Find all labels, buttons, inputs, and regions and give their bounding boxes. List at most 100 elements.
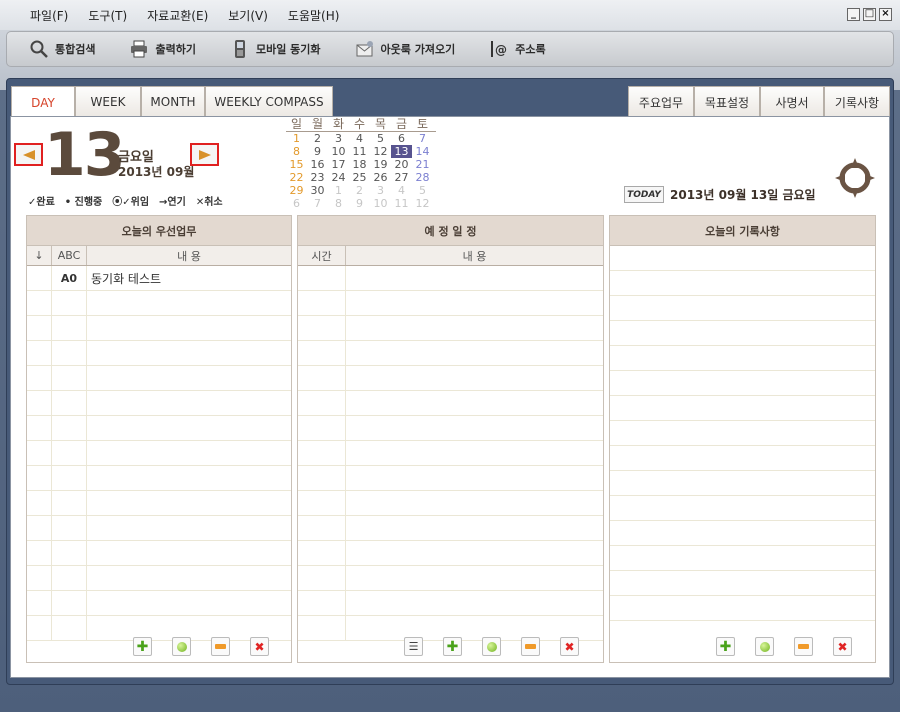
- table-row[interactable]: [27, 566, 291, 591]
- calendar-day[interactable]: 25: [349, 171, 370, 184]
- table-row[interactable]: [298, 466, 603, 491]
- calendar-day[interactable]: 7: [412, 132, 433, 145]
- calendar-day[interactable]: 8: [328, 197, 349, 210]
- calendar-day[interactable]: 26: [370, 171, 391, 184]
- calendar-day[interactable]: 29: [286, 184, 307, 197]
- complete-task-button[interactable]: [172, 637, 191, 656]
- calendar-day[interactable]: 2: [307, 132, 328, 145]
- table-row[interactable]: [610, 321, 875, 346]
- complete-schedule-button[interactable]: [482, 637, 501, 656]
- calendar-day[interactable]: 21: [412, 158, 433, 171]
- table-row[interactable]: [610, 521, 875, 546]
- table-row[interactable]: [298, 566, 603, 591]
- calendar-day[interactable]: 7: [307, 197, 328, 210]
- calendar-day[interactable]: 3: [370, 184, 391, 197]
- table-row[interactable]: [298, 391, 603, 416]
- calendar-day[interactable]: 9: [349, 197, 370, 210]
- complete-note-button[interactable]: [755, 637, 774, 656]
- notes-list[interactable]: [610, 246, 875, 621]
- table-row[interactable]: [610, 446, 875, 471]
- outlook-import-button[interactable]: 아웃룩 가져오기: [355, 39, 455, 59]
- table-row[interactable]: [298, 591, 603, 616]
- address-book-button[interactable]: @ 주소록: [489, 39, 546, 59]
- table-row[interactable]: [298, 516, 603, 541]
- menu-view[interactable]: 보기(V): [218, 7, 278, 24]
- table-row[interactable]: [610, 571, 875, 596]
- calendar-day[interactable]: 5: [370, 132, 391, 145]
- table-row[interactable]: [298, 266, 603, 291]
- tab-records[interactable]: 기록사항: [824, 86, 890, 117]
- calendar-day[interactable]: 10: [328, 145, 349, 158]
- add-schedule-button[interactable]: ✚: [443, 637, 462, 656]
- next-day-button[interactable]: [190, 143, 219, 166]
- calendar-day[interactable]: 10: [370, 197, 391, 210]
- calendar-day[interactable]: 28: [412, 171, 433, 184]
- calendar-day[interactable]: 2: [349, 184, 370, 197]
- table-row[interactable]: [610, 296, 875, 321]
- table-row[interactable]: [298, 316, 603, 341]
- calendar-day[interactable]: 12: [412, 197, 433, 210]
- calendar-day[interactable]: 23: [307, 171, 328, 184]
- table-row[interactable]: [27, 516, 291, 541]
- calendar-day[interactable]: 9: [307, 145, 328, 158]
- delete-note-button[interactable]: ✖: [833, 637, 852, 656]
- table-row[interactable]: [27, 316, 291, 341]
- table-row[interactable]: [298, 416, 603, 441]
- calendar-day[interactable]: 1: [286, 132, 307, 145]
- calendar-day[interactable]: 16: [307, 158, 328, 171]
- remove-note-button[interactable]: [794, 637, 813, 656]
- tab-main-tasks[interactable]: 주요업무: [628, 86, 694, 117]
- add-task-button[interactable]: ✚: [133, 637, 152, 656]
- menu-file[interactable]: 파일(F): [20, 7, 78, 24]
- maximize-icon[interactable]: □: [863, 8, 876, 21]
- delete-schedule-button[interactable]: ✖: [560, 637, 579, 656]
- menu-exchange[interactable]: 자료교환(E): [137, 7, 218, 24]
- table-row[interactable]: [298, 366, 603, 391]
- table-row[interactable]: [610, 346, 875, 371]
- mobile-sync-button[interactable]: 모바일 동기화: [230, 39, 321, 59]
- calendar-day[interactable]: 4: [349, 132, 370, 145]
- menu-tools[interactable]: 도구(T): [78, 7, 137, 24]
- table-row[interactable]: [27, 466, 291, 491]
- minimize-icon[interactable]: _: [847, 8, 860, 21]
- table-row[interactable]: [298, 491, 603, 516]
- table-row[interactable]: [27, 366, 291, 391]
- calendar-day[interactable]: 6: [391, 132, 412, 145]
- table-row[interactable]: [27, 391, 291, 416]
- table-row[interactable]: [27, 416, 291, 441]
- table-row[interactable]: [27, 541, 291, 566]
- table-row[interactable]: [610, 421, 875, 446]
- table-row[interactable]: [610, 596, 875, 621]
- tab-goal-setting[interactable]: 목표설정: [694, 86, 760, 117]
- calendar-day[interactable]: 3: [328, 132, 349, 145]
- calendar-day[interactable]: 17: [328, 158, 349, 171]
- calendar-day[interactable]: 19: [370, 158, 391, 171]
- table-row[interactable]: [27, 341, 291, 366]
- print-button[interactable]: 출력하기: [129, 39, 196, 59]
- today-button[interactable]: TODAY: [624, 186, 664, 203]
- calendar-day[interactable]: 6: [286, 197, 307, 210]
- row-status[interactable]: [27, 266, 52, 290]
- calendar-day[interactable]: 12: [370, 145, 391, 158]
- prev-day-button[interactable]: [14, 143, 43, 166]
- calendar-day[interactable]: 11: [349, 145, 370, 158]
- delete-task-button[interactable]: ✖: [250, 637, 269, 656]
- close-icon[interactable]: ×: [879, 8, 892, 21]
- table-row[interactable]: [298, 441, 603, 466]
- calendar-day[interactable]: 18: [349, 158, 370, 171]
- sort-arrow-icon[interactable]: ↓: [27, 246, 52, 265]
- table-row[interactable]: [610, 371, 875, 396]
- add-note-button[interactable]: ✚: [716, 637, 735, 656]
- table-row[interactable]: [298, 291, 603, 316]
- calendar-day[interactable]: 11: [391, 197, 412, 210]
- tab-day[interactable]: DAY: [11, 86, 75, 118]
- remove-task-button[interactable]: [211, 637, 230, 656]
- calendar-day[interactable]: 14: [412, 145, 433, 158]
- table-row[interactable]: A0 동기화 테스트: [27, 266, 291, 291]
- table-row[interactable]: [27, 291, 291, 316]
- table-row[interactable]: [610, 471, 875, 496]
- calendar-day[interactable]: 20: [391, 158, 412, 171]
- tab-weekly-compass[interactable]: WEEKLY COMPASS: [205, 86, 333, 117]
- calendar-day[interactable]: 8: [286, 145, 307, 158]
- table-row[interactable]: [27, 591, 291, 616]
